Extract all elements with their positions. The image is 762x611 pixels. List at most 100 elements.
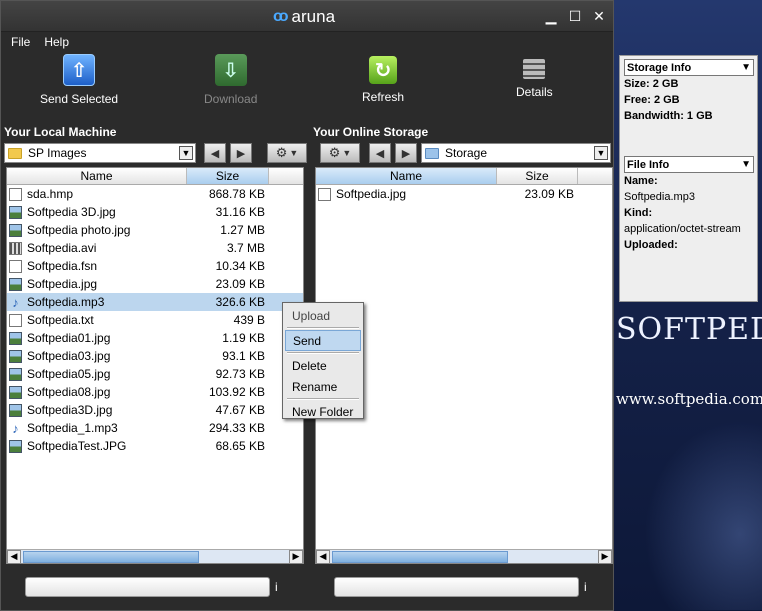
- chevron-down-icon: ▼: [594, 146, 608, 160]
- chevron-down-icon: ▼: [289, 148, 299, 158]
- file-name-cell: Softpedia01.jpg: [7, 331, 187, 345]
- table-row[interactable]: Softpedia.jpg 23.09 KB: [316, 185, 612, 203]
- file-name-label: Name:: [624, 175, 658, 187]
- table-row[interactable]: Softpedia photo.jpg 1.27 MB: [7, 221, 303, 239]
- image-icon: [9, 331, 22, 345]
- app-title: aruna: [291, 7, 336, 26]
- minimize-icon[interactable]: ▁: [543, 8, 559, 24]
- local-col-size[interactable]: Size: [187, 168, 269, 184]
- table-row[interactable]: Softpedia01.jpg 1.19 KB: [7, 329, 303, 347]
- download-label: Download: [204, 92, 258, 106]
- folder-icon: [8, 147, 22, 159]
- scroll-right-icon[interactable]: ▶: [598, 549, 612, 564]
- table-row[interactable]: Softpedia 3D.jpg 31.16 KB: [7, 203, 303, 221]
- video-icon: [9, 241, 22, 255]
- refresh-icon: ↻: [369, 56, 398, 84]
- file-size: 68.65 KB: [215, 439, 265, 453]
- storage-info-label: Storage Info: [627, 61, 692, 74]
- menu-file[interactable]: File: [11, 35, 30, 49]
- arrow-right-icon: ▶: [236, 147, 246, 160]
- menu-separator: [287, 327, 359, 329]
- menu-item-new-folder[interactable]: New Folder: [285, 401, 361, 422]
- table-row[interactable]: Softpedia.jpg 23.09 KB: [7, 275, 303, 293]
- file-name-cell: Softpedia 3D.jpg: [7, 205, 187, 219]
- online-folder-select[interactable]: Storage ▼: [421, 143, 611, 163]
- local-scroll-thumb[interactable]: [23, 550, 199, 563]
- table-row[interactable]: Softpedia08.jpg 103.92 KB: [7, 383, 303, 401]
- file-name-cell: Softpedia photo.jpg: [7, 223, 187, 237]
- file-size: 92.73 KB: [215, 367, 265, 381]
- table-row[interactable]: ♪ Softpedia_1.mp3 294.33 KB: [7, 419, 303, 437]
- download-arrow-icon: ⇩: [214, 54, 247, 86]
- file-name: Softpedia3D.jpg: [27, 403, 113, 417]
- online-settings-button[interactable]: ⚙ ▼: [320, 143, 360, 163]
- online-forward-button[interactable]: ▶: [395, 143, 417, 163]
- file-size: 868.78 KB: [208, 187, 265, 201]
- local-folder-select[interactable]: SP Images ▼: [4, 143, 196, 163]
- scroll-left-icon[interactable]: ◀: [7, 549, 21, 564]
- local-column-header: Name Size: [7, 168, 303, 185]
- file-name: Softpedia.jpg: [27, 277, 98, 291]
- scroll-right-icon[interactable]: ▶: [289, 549, 303, 564]
- desktop-glow: [644, 420, 762, 610]
- menu-item-send[interactable]: Send: [285, 330, 361, 351]
- local-back-button[interactable]: ◀: [204, 143, 226, 163]
- file-name-cell: Softpedia.jpg: [7, 277, 187, 291]
- local-folder-label: SP Images: [28, 146, 87, 160]
- online-horizontal-scrollbar[interactable]: ◀ ▶: [316, 549, 612, 564]
- table-row[interactable]: Softpedia05.jpg 92.73 KB: [7, 365, 303, 383]
- file-name-cell: sda.hmp: [7, 187, 187, 201]
- table-row[interactable]: Softpedia.fsn 10.34 KB: [7, 257, 303, 275]
- online-col-size[interactable]: Size: [497, 168, 578, 184]
- arrow-left-icon: ◀: [375, 147, 385, 160]
- table-row[interactable]: ♪ Softpedia.mp3 326.6 KB: [7, 293, 303, 311]
- table-row[interactable]: Softpedia.txt 439 B: [7, 311, 303, 329]
- menu-item-rename[interactable]: Rename: [285, 376, 361, 397]
- menu-separator: [287, 398, 359, 400]
- download-button[interactable]: ⇩ Download: [204, 54, 257, 106]
- online-info-icon[interactable]: i: [584, 580, 587, 594]
- title-bar[interactable]: oo aruna ▁ ☐ ✕: [1, 1, 613, 32]
- details-button[interactable]: Details: [516, 59, 553, 99]
- image-icon: [9, 277, 22, 291]
- refresh-button[interactable]: ↻ Refresh: [362, 56, 404, 104]
- menu-item-upload[interactable]: Upload: [285, 305, 361, 326]
- local-pane-title: Your Local Machine: [4, 125, 117, 139]
- table-row[interactable]: Softpedia03.jpg 93.1 KB: [7, 347, 303, 365]
- local-forward-button[interactable]: ▶: [230, 143, 252, 163]
- file-uploaded-label: Uploaded:: [624, 239, 678, 251]
- file-name: Softpedia08.jpg: [27, 385, 111, 399]
- file-name-cell: Softpedia03.jpg: [7, 349, 187, 363]
- local-info-icon[interactable]: i: [275, 580, 278, 594]
- scroll-left-icon[interactable]: ◀: [316, 549, 330, 564]
- send-selected-button[interactable]: ⇧ Send Selected: [40, 54, 118, 106]
- file-name: Softpedia05.jpg: [27, 367, 111, 381]
- local-settings-button[interactable]: ⚙ ▼: [267, 143, 307, 163]
- image-icon: [9, 403, 22, 417]
- table-row[interactable]: SoftpediaTest.JPG 68.65 KB: [7, 437, 303, 455]
- file-info-dropdown[interactable]: File Info ▼: [624, 156, 754, 173]
- local-col-name[interactable]: Name: [7, 168, 187, 184]
- image-icon: [9, 349, 22, 363]
- arrow-left-icon: ◀: [210, 147, 220, 160]
- local-file-list[interactable]: Name Size sda.hmp 868.78 KB Softpedia 3D.j…: [6, 167, 304, 564]
- menu-help[interactable]: Help: [44, 35, 69, 49]
- table-row[interactable]: Softpedia3D.jpg 47.67 KB: [7, 401, 303, 419]
- chevron-down-icon: ▼: [741, 159, 751, 170]
- close-icon[interactable]: ✕: [591, 8, 607, 24]
- maximize-icon[interactable]: ☐: [567, 8, 583, 24]
- online-col-name[interactable]: Name: [316, 168, 497, 184]
- file-size: 47.67 KB: [215, 403, 265, 417]
- online-back-button[interactable]: ◀: [369, 143, 391, 163]
- context-menu: Upload Send Delete Rename New Folder: [282, 302, 364, 419]
- storage-info-dropdown[interactable]: Storage Info ▼: [624, 59, 754, 76]
- storage-free: Free: 2 GB: [624, 94, 680, 106]
- upload-arrow-icon: ⇧: [63, 54, 96, 86]
- table-row[interactable]: Softpedia.avi 3.7 MB: [7, 239, 303, 257]
- table-row[interactable]: sda.hmp 868.78 KB: [7, 185, 303, 203]
- menu-item-delete[interactable]: Delete: [285, 355, 361, 376]
- online-scroll-thumb[interactable]: [332, 550, 508, 563]
- file-name-cell: Softpedia.fsn: [7, 259, 187, 273]
- local-horizontal-scrollbar[interactable]: ◀ ▶: [7, 549, 303, 564]
- info-side-panel: Storage Info ▼ Size: 2 GB Free: 2 GB Ban…: [619, 55, 758, 302]
